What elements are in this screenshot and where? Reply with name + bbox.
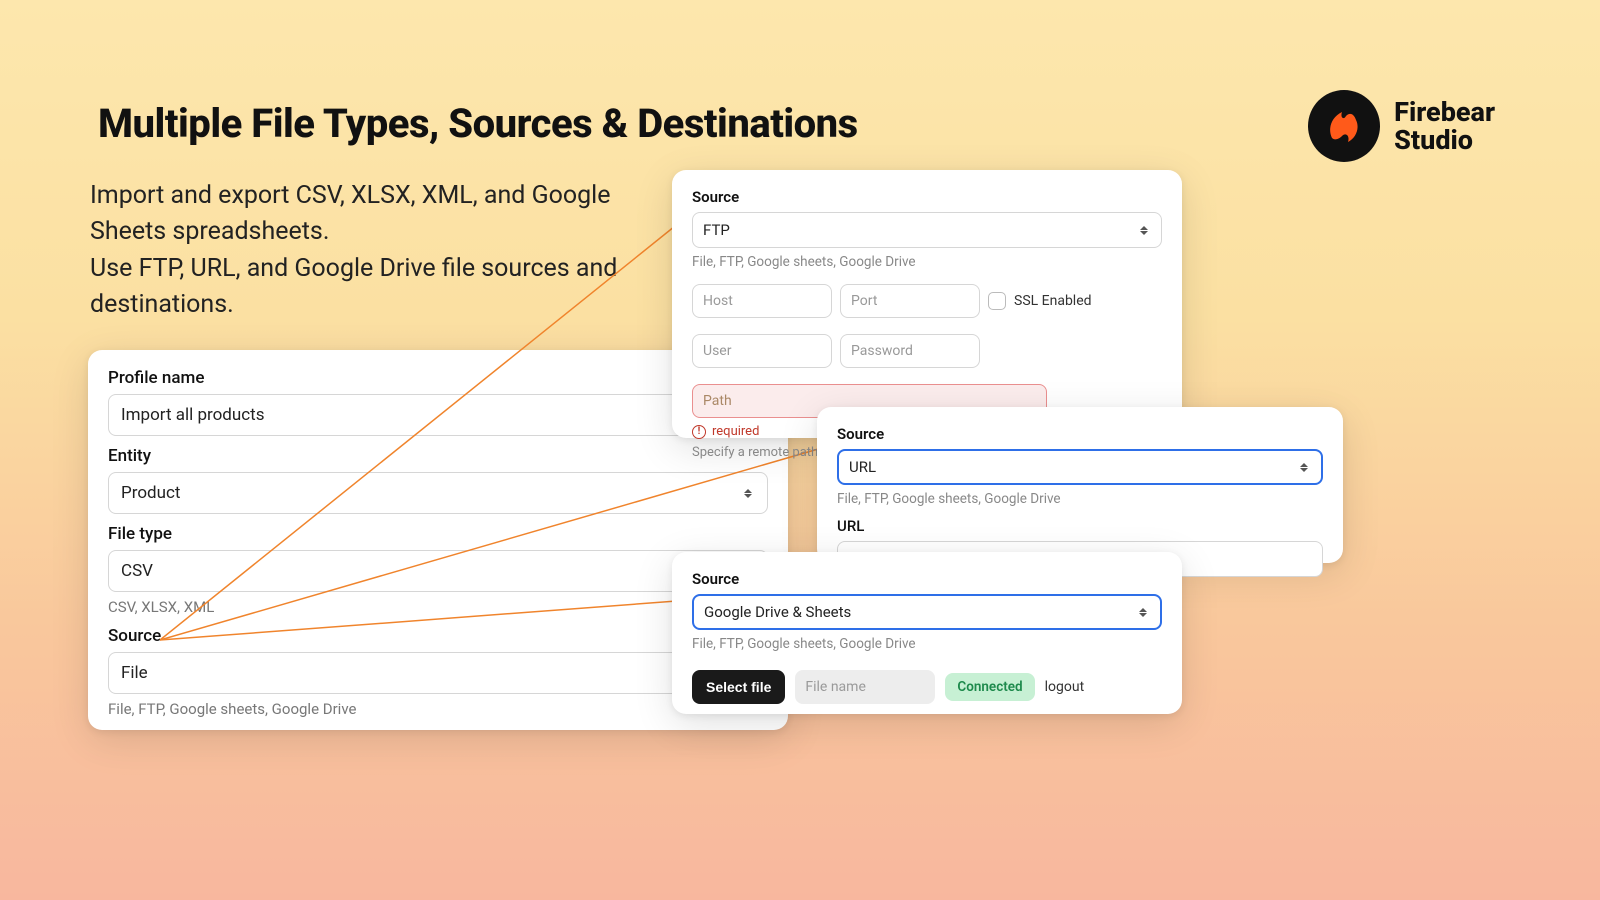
ftp-source-helper: File, FTP, Google sheets, Google Drive xyxy=(692,254,1162,270)
gdrive-filename-placeholder: File name xyxy=(805,679,866,695)
ssl-enabled-checkbox[interactable] xyxy=(988,292,1006,310)
firebear-logo-icon xyxy=(1308,90,1380,162)
chevron-up-down-icon xyxy=(741,483,755,503)
file-type-select[interactable]: CSV xyxy=(108,550,768,592)
gdrive-filename-input[interactable]: File name xyxy=(795,670,935,704)
chevron-up-down-icon xyxy=(1137,220,1151,240)
gdrive-status-badge: Connected xyxy=(945,673,1034,701)
url-source-select[interactable]: URL xyxy=(837,449,1323,485)
ftp-password-placeholder: Password xyxy=(851,343,913,359)
logo: Firebear Studio xyxy=(1308,90,1495,162)
ftp-source-label: Source xyxy=(692,188,1162,206)
ftp-port-input[interactable]: Port xyxy=(840,284,980,318)
ftp-password-input[interactable]: Password xyxy=(840,334,980,368)
source-helper: File, FTP, Google sheets, Google Drive xyxy=(108,700,768,718)
gdrive-source-label: Source xyxy=(692,570,1162,588)
source-ftp-card: Source FTP File, FTP, Google sheets, Goo… xyxy=(672,170,1182,438)
ftp-user-input[interactable]: User xyxy=(692,334,832,368)
ftp-path-placeholder: Path xyxy=(703,393,732,409)
source-select[interactable]: File xyxy=(108,652,768,694)
gdrive-source-value: Google Drive & Sheets xyxy=(704,603,851,621)
required-text: required xyxy=(712,424,759,439)
profile-name-value: Import all products xyxy=(121,405,265,425)
warning-icon: ! xyxy=(692,425,706,439)
page-description: Import and export CSV, XLSX, XML, and Go… xyxy=(90,178,660,323)
chevron-up-down-icon xyxy=(1297,457,1311,477)
ftp-source-value: FTP xyxy=(703,221,730,239)
logo-text-line-2: Studio xyxy=(1394,126,1495,154)
gdrive-logout-link[interactable]: logout xyxy=(1045,679,1085,695)
logo-text-line-1: Firebear xyxy=(1394,98,1495,126)
source-label: Source xyxy=(108,626,768,646)
gdrive-source-helper: File, FTP, Google sheets, Google Drive xyxy=(692,636,1162,652)
description-line-2: Use FTP, URL, and Google Drive file sour… xyxy=(90,251,660,324)
profile-name-label: Profile name xyxy=(108,368,768,388)
gdrive-source-select[interactable]: Google Drive & Sheets xyxy=(692,594,1162,630)
ftp-source-select[interactable]: FTP xyxy=(692,212,1162,248)
file-type-value: CSV xyxy=(121,561,153,581)
ftp-port-placeholder: Port xyxy=(851,293,877,309)
ssl-enabled-label: SSL Enabled xyxy=(1014,293,1092,309)
file-type-label: File type xyxy=(108,524,768,544)
entity-value: Product xyxy=(121,483,180,503)
select-file-button[interactable]: Select file xyxy=(692,670,785,704)
entity-label: Entity xyxy=(108,446,768,466)
file-type-helper: CSV, XLSX, XML xyxy=(108,598,768,616)
ftp-host-placeholder: Host xyxy=(703,293,733,309)
entity-select[interactable]: Product xyxy=(108,472,768,514)
profile-name-input[interactable]: Import all products xyxy=(108,394,768,436)
chevron-up-down-icon xyxy=(1136,602,1150,622)
description-line-1: Import and export CSV, XLSX, XML, and Go… xyxy=(90,178,660,251)
url-source-value: URL xyxy=(849,458,876,476)
page-title: Multiple File Types, Sources & Destinati… xyxy=(98,100,858,147)
url-source-helper: File, FTP, Google sheets, Google Drive xyxy=(837,491,1323,507)
source-value: File xyxy=(121,663,148,683)
ssl-enabled-wrap: SSL Enabled xyxy=(988,284,1092,318)
ftp-host-input[interactable]: Host xyxy=(692,284,832,318)
url-source-label: Source xyxy=(837,425,1323,443)
logo-text: Firebear Studio xyxy=(1394,98,1495,155)
url-field-label: URL xyxy=(837,517,1323,535)
source-url-card: Source URL File, FTP, Google sheets, Goo… xyxy=(817,407,1343,563)
ftp-user-placeholder: User xyxy=(703,343,731,359)
source-gdrive-card: Source Google Drive & Sheets File, FTP, … xyxy=(672,552,1182,714)
